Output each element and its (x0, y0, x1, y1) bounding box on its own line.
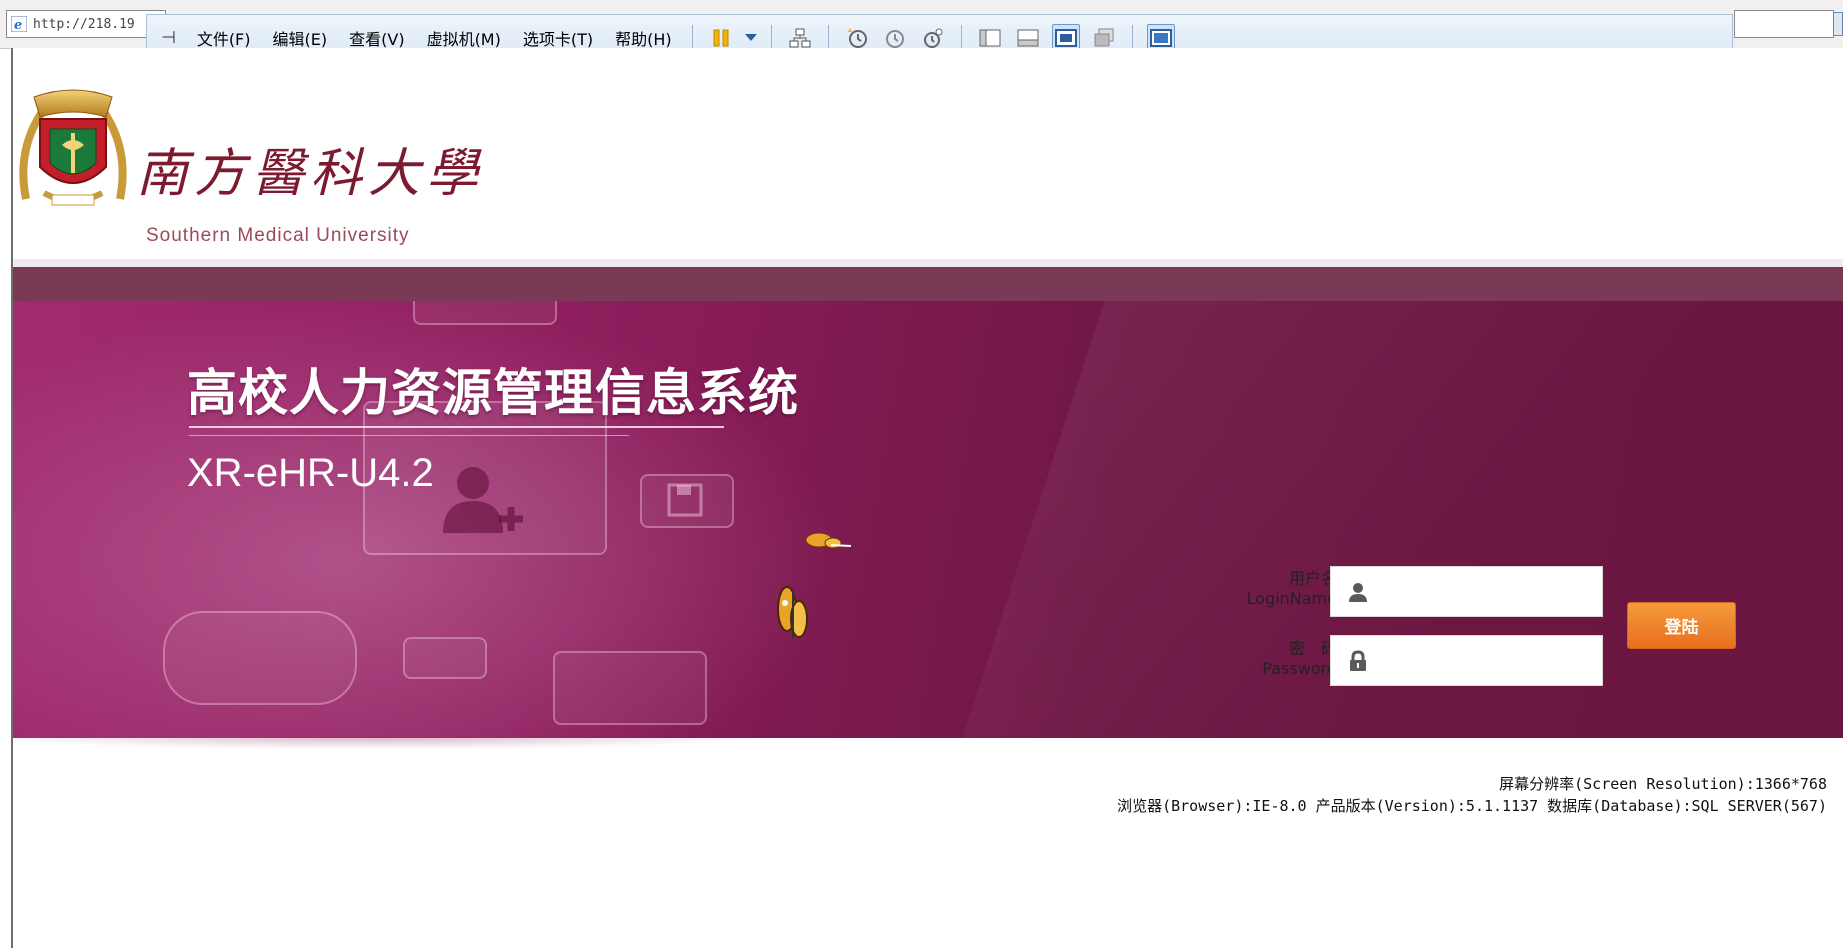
header-stripe (13, 267, 1843, 301)
menu-view[interactable]: 查看(V) (349, 26, 404, 50)
header-divider (13, 259, 1843, 267)
decorative-tile (553, 651, 707, 725)
menu-file[interactable]: 文件(F) (197, 26, 251, 50)
title-underline (189, 426, 724, 428)
add-user-icon (443, 467, 523, 533)
decorative-tile (163, 611, 357, 705)
system-title: 高校人力资源管理信息系统 (187, 364, 799, 422)
password-label: 密 码 Password (1217, 639, 1337, 679)
login-button[interactable]: 登陆 (1627, 602, 1736, 649)
username-label: 用户名 LoginName (1217, 569, 1337, 609)
university-seal-icon (19, 89, 127, 206)
pin-icon[interactable]: ⊣ (161, 28, 176, 48)
password-input[interactable] (1369, 635, 1602, 686)
go-button[interactable] (1833, 12, 1843, 36)
title-underline-thin (189, 435, 629, 436)
username-label-cn: 用户名 (1288, 569, 1337, 588)
username-label-en: LoginName (1246, 589, 1337, 608)
password-label-en: Password (1262, 659, 1337, 678)
toolbar-separator (770, 24, 772, 51)
user-icon (1349, 582, 1367, 602)
toolbar-separator (1131, 24, 1133, 51)
system-version: XR-eHR-U4.2 (187, 451, 434, 495)
screen-resolution-info: 屏幕分辨率(Screen Resolution):1366*768 (1499, 775, 1827, 793)
svg-text:e: e (14, 18, 22, 32)
password-label-cn: 密 码 (1288, 639, 1337, 658)
university-name-cn: 南方醫科大學 (136, 144, 485, 204)
toolbar-separator (827, 24, 829, 51)
login-banner: 高校人力资源管理信息系统 XR-eHR-U4.2 用户名 LoginName 密… (13, 301, 1843, 738)
username-input[interactable] (1369, 566, 1602, 617)
menu-edit[interactable]: 编辑(E) (273, 26, 328, 50)
search-field[interactable] (1734, 10, 1834, 38)
decorative-tile (413, 301, 557, 325)
butterfly-icon (777, 586, 808, 639)
address-url: http://218.19 (33, 16, 135, 32)
address-field[interactable]: e http://218.19 (6, 10, 166, 38)
menu-vm[interactable]: 虚拟机(M) (427, 26, 501, 50)
username-field[interactable] (1330, 566, 1603, 617)
toolbar-separator (960, 24, 962, 51)
lock-icon (1350, 649, 1366, 671)
decorative-tile (403, 637, 487, 679)
menu-help[interactable]: 帮助(H) (615, 26, 672, 50)
save-icon (667, 483, 703, 517)
ie-icon: e (11, 16, 27, 32)
password-field[interactable] (1330, 635, 1603, 686)
university-name-en: Southern Medical University (146, 225, 410, 246)
menu-tabs[interactable]: 选项卡(T) (523, 26, 593, 50)
toolbar-separator (691, 24, 693, 51)
butterfly-icon (805, 532, 852, 549)
banner-shadow (13, 738, 913, 756)
environment-info: 浏览器(Browser):IE-8.0 产品版本(Version):5.1.11… (1117, 797, 1827, 815)
